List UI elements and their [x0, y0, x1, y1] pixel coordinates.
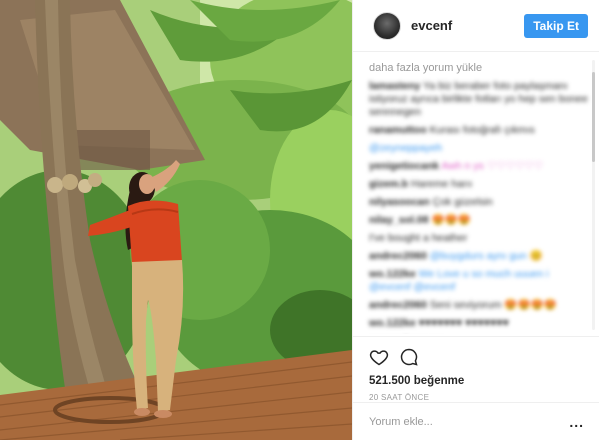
post-timestamp: 20 SAAT ÖNCE: [369, 393, 430, 402]
comment-text: Kurası fotoğrafı çıkmıs: [429, 124, 535, 136]
comment-author-link[interactable]: nilay_sol.08: [369, 214, 429, 226]
comment-author-link[interactable]: wo.122ke: [369, 268, 416, 280]
comment-author-link[interactable]: wo.122ke: [369, 317, 416, 329]
comment-bubble-icon[interactable]: [399, 347, 419, 367]
comments-list[interactable]: daha fazla yorum yükle lamasteny Ya biz …: [353, 62, 599, 334]
comment-text: Seni seviyorum 😍😍😍😍: [429, 299, 557, 311]
comment-item: wo.122ke We Love u so much uuuen i @evce…: [369, 268, 588, 294]
scrollbar-thumb[interactable]: [592, 72, 595, 162]
comment-text: @buygdurs aynı gun 😊: [429, 250, 543, 262]
comment-item: I've bought a heather: [369, 232, 588, 245]
action-icons-row: [369, 345, 584, 369]
comment-author-link[interactable]: andrec2060: [369, 299, 427, 311]
comment-author-link[interactable]: andrec2060: [369, 250, 427, 262]
username-link[interactable]: evcenf: [411, 18, 524, 33]
photo-illustration: [0, 0, 352, 440]
comment-author-link[interactable]: nilyasoocan: [369, 196, 430, 208]
post-photo[interactable]: [0, 0, 352, 440]
comment-item: nilay_sol.08 😍😍😍: [369, 214, 588, 227]
comment-item: @zeyneppayeh: [369, 142, 588, 155]
comment-author-link[interactable]: gizem.b: [369, 178, 408, 190]
comment-text: @zeyneppayeh: [369, 142, 443, 154]
follow-button[interactable]: Takip Et: [524, 13, 588, 38]
comment-item: andrec2060 Seni seviyorum 😍😍😍😍: [369, 299, 588, 312]
more-options-button[interactable]: ...: [569, 414, 584, 430]
heart-icon[interactable]: [369, 347, 389, 367]
comment-author-link[interactable]: ranamuttoo: [369, 124, 427, 136]
load-more-comments-link[interactable]: daha fazla yorum yükle: [369, 62, 588, 74]
comment-text: Hareme harıı: [411, 178, 473, 190]
likes-count[interactable]: 521.500 beğenme: [369, 375, 584, 387]
comment-text: 😍😍😍: [431, 214, 471, 226]
comment-item: andrec2060 @buygdurs aynı gun 😊: [369, 250, 588, 263]
comment-text: I've bought a heather: [369, 232, 468, 244]
comment-input[interactable]: [369, 415, 570, 428]
post-sidebar: evcenf Takip Et daha fazla yorum yükle l…: [352, 0, 599, 440]
comment-item: ranamuttoo Kurası fotoğrafı çıkmıs: [369, 124, 588, 137]
comment-item: nilyasoocan Çok güzelsin: [369, 196, 588, 209]
comment-item: gizem.b Hareme harıı: [369, 178, 588, 191]
comments-scrollbar[interactable]: [592, 60, 595, 330]
comment-text: Çok güzelsin: [432, 196, 493, 208]
comment-author-link[interactable]: yenigetiocank: [369, 160, 439, 172]
post-actions: 521.500 beğenme 20 SAAT ÖNCE: [353, 336, 599, 402]
comment-text: ♥♥♥♥♥♥♥ ♥♥♥♥♥♥♥: [418, 317, 509, 329]
comment-item: lamasteny Ya biz beraber foto paylaşmanı…: [369, 80, 588, 119]
comment-item: wo.122ke ♥♥♥♥♥♥♥ ♥♥♥♥♥♥♥: [369, 317, 588, 330]
comment-item: yenigetiocank Awh n ys ♡♡♡♡♡♡: [369, 160, 588, 173]
comment-author-link[interactable]: lamasteny: [369, 80, 420, 92]
comment-text: Awh n ys ♡♡♡♡♡♡: [441, 160, 544, 172]
add-comment-bar: ...: [353, 402, 599, 440]
avatar[interactable]: [373, 11, 401, 40]
post-header: evcenf Takip Et: [353, 0, 599, 52]
